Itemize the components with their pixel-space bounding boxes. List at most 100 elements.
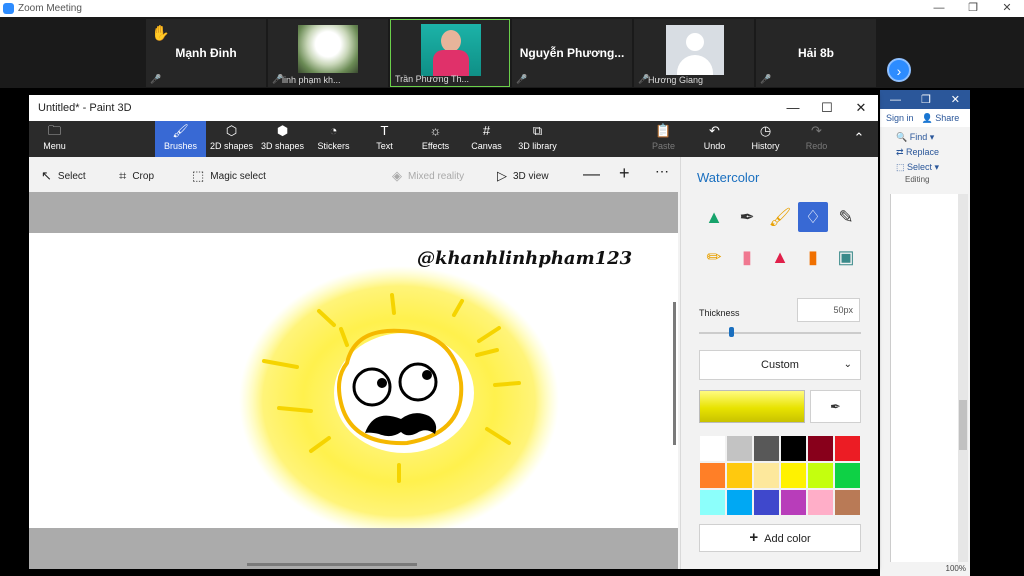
color-swatch[interactable]	[726, 435, 753, 462]
current-color-swatch[interactable]	[699, 390, 805, 423]
minimize-icon[interactable]: —	[890, 94, 901, 106]
participant-tile[interactable]: 🎤 Hương Giang	[634, 19, 754, 87]
paste-button[interactable]: 📋 Paste	[638, 121, 689, 157]
select-button[interactable]: ⬚ Select ▾	[896, 160, 970, 175]
color-swatch[interactable]	[807, 462, 834, 489]
drawing-canvas[interactable]: @khanhlinhpham123	[29, 233, 678, 528]
share-button[interactable]: 👤 Share	[922, 113, 960, 124]
add-color-button[interactable]: + Add color	[699, 524, 861, 552]
spray-can-brush[interactable]: ▮	[798, 242, 828, 272]
next-page-button[interactable]: ›	[887, 58, 911, 82]
vertical-scrollbar[interactable]	[673, 302, 676, 445]
crop-tool[interactable]: ⌗ Crop	[119, 168, 154, 184]
replace-button[interactable]: ⇄ Replace	[896, 145, 970, 160]
pen-icon: ✎	[838, 207, 854, 227]
color-swatch[interactable]	[780, 489, 807, 516]
marker-brush[interactable]: ▲	[699, 202, 729, 232]
restore-icon[interactable]: ❐	[921, 93, 931, 106]
minimize-button[interactable]: —	[922, 0, 956, 17]
tab-effects[interactable]: ☼ Effects	[410, 121, 461, 157]
participant-gallery: ✋ Mạnh Đinh 🎤 🎤 linh phạm kh... Trần Phư…	[0, 17, 1024, 88]
tab-3d-shapes[interactable]: ⬢ 3D shapes	[257, 121, 308, 157]
tab-canvas[interactable]: # Canvas	[461, 121, 512, 157]
clipboard-icon: 📋	[655, 123, 672, 138]
crayon-brush[interactable]: ▲	[765, 242, 795, 272]
color-swatch[interactable]	[753, 435, 780, 462]
mixed-reality-button[interactable]: ◈ Mixed reality	[392, 168, 464, 184]
word-window: — ❐ ✕ Sign in 👤 Share 🔍 Find ▾ ⇄ Replace…	[880, 90, 970, 576]
pixel-pen-brush[interactable]: ✎	[831, 202, 861, 232]
default-avatar-icon	[666, 25, 724, 75]
participant-tile[interactable]: 🎤 linh phạm kh...	[268, 19, 388, 87]
history-button[interactable]: ◷ History	[740, 121, 791, 157]
color-swatch[interactable]	[699, 489, 726, 516]
thickness-slider[interactable]	[699, 332, 861, 334]
library-icon: ⧉	[532, 123, 543, 138]
muted-mic-icon: 🎤	[760, 74, 772, 84]
color-swatch[interactable]	[834, 435, 861, 462]
more-options-button[interactable]: ⋯	[655, 163, 669, 180]
tab-brushes[interactable]: 🖌 Brushes	[155, 121, 206, 157]
calligraphy-pen-brush[interactable]: ✒	[732, 202, 762, 232]
thickness-slider-thumb[interactable]	[729, 327, 735, 337]
magic-select-tool[interactable]: ⬚ Magic select	[192, 168, 266, 184]
color-swatch[interactable]	[699, 462, 726, 489]
word-titlebar: — ❐ ✕	[880, 90, 970, 109]
collapse-ribbon-button[interactable]: ⌃	[834, 121, 884, 157]
3d-view-toggle[interactable]: ▷ 3D view	[497, 168, 549, 184]
thickness-input[interactable]: 50px	[797, 298, 860, 322]
menu-button[interactable]: 🗀 Menu	[29, 121, 80, 157]
watercolor-brush[interactable]: ♢	[798, 202, 828, 232]
participant-video	[298, 25, 358, 73]
find-button[interactable]: 🔍 Find ▾	[896, 130, 970, 145]
color-swatch[interactable]	[807, 435, 834, 462]
participant-tile[interactable]: Nguyễn Phương... 🎤	[512, 19, 632, 87]
tab-stickers[interactable]: ◔ Stickers	[308, 121, 359, 157]
maximize-button[interactable]: ❐	[956, 0, 990, 17]
color-swatch[interactable]	[807, 489, 834, 516]
tab-2d-shapes[interactable]: ⬡ 2D shapes	[206, 121, 257, 157]
eyedropper-button[interactable]: ✒	[810, 390, 861, 423]
horizontal-scrollbar[interactable]	[247, 563, 417, 566]
undo-button[interactable]: ↶ Undo	[689, 121, 740, 157]
color-swatch[interactable]	[780, 462, 807, 489]
color-swatch[interactable]	[753, 489, 780, 516]
color-swatch[interactable]	[753, 462, 780, 489]
participant-tile[interactable]: ✋ Mạnh Đinh 🎤	[146, 19, 266, 87]
document-page[interactable]	[890, 194, 960, 564]
color-swatch[interactable]	[834, 489, 861, 516]
color-swatch[interactable]	[726, 489, 753, 516]
thickness-label: Thickness	[699, 308, 740, 318]
zoom-in-button[interactable]: +	[619, 163, 630, 184]
muted-mic-icon: 🎤	[150, 74, 162, 84]
color-mode-dropdown[interactable]: Custom ⌄	[699, 350, 861, 380]
pencil-brush[interactable]: ✏	[699, 242, 729, 272]
right-eye	[398, 362, 438, 402]
tab-3d-library[interactable]: ⧉ 3D library	[512, 121, 563, 157]
close-icon[interactable]: ✕	[951, 93, 960, 106]
zoom-level[interactable]: 100%	[880, 562, 970, 576]
sign-in-link[interactable]: Sign in	[886, 113, 914, 123]
color-swatch[interactable]	[780, 435, 807, 462]
vertical-scrollbar[interactable]	[958, 194, 968, 564]
zoom-out-button[interactable]: —	[583, 164, 600, 184]
fill-bucket-brush[interactable]: ▣	[831, 242, 861, 272]
participant-label: Hương Giang	[648, 75, 703, 85]
color-swatch[interactable]	[699, 435, 726, 462]
minimize-button[interactable]: —	[776, 95, 810, 121]
select-tool[interactable]: ↖ Select	[41, 168, 86, 184]
eraser-brush[interactable]: ▮	[732, 242, 762, 272]
participant-tile-active[interactable]: Trần Phương Th...	[390, 19, 510, 87]
participant-tile[interactable]: Hải 8b 🎤	[756, 19, 876, 87]
sun-icon: ☼	[429, 123, 442, 138]
color-swatch[interactable]	[834, 462, 861, 489]
close-button[interactable]: ✕	[844, 95, 878, 121]
participant-label: Trần Phương Th...	[395, 74, 469, 84]
oil-brush[interactable]: 🖌	[765, 202, 795, 232]
maximize-button[interactable]: ☐	[810, 95, 844, 121]
tab-text[interactable]: T Text	[359, 121, 410, 157]
color-swatch[interactable]	[726, 462, 753, 489]
scrollbar-thumb[interactable]	[959, 400, 967, 450]
brush-icon: 🖌	[172, 123, 189, 138]
close-button[interactable]: ✕	[990, 0, 1024, 17]
